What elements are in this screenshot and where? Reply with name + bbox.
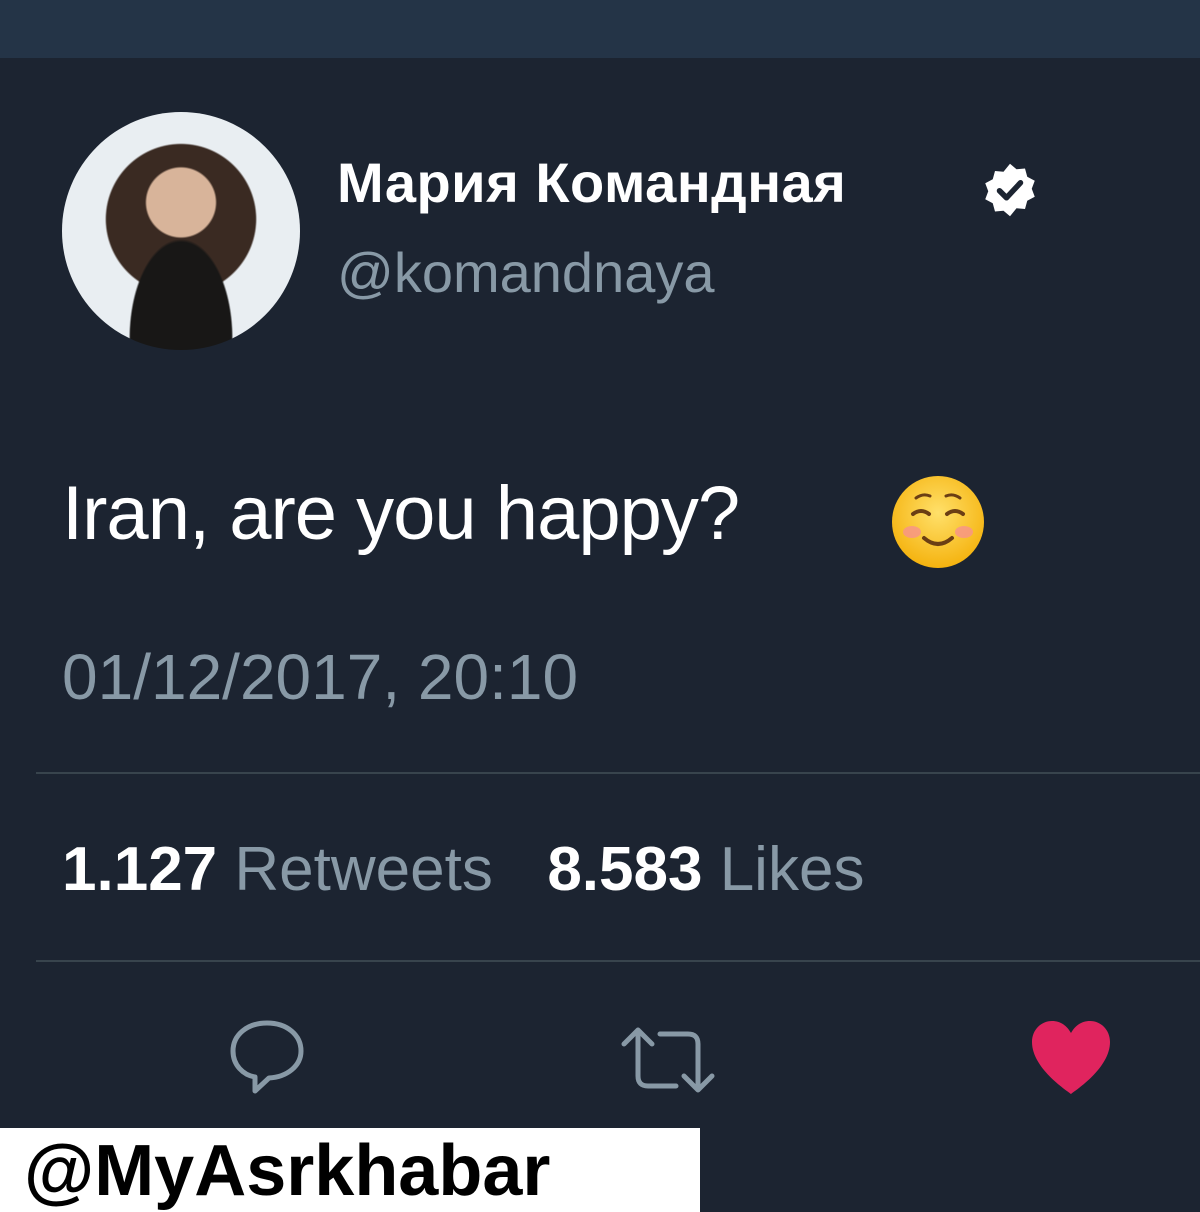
- tweet-timestamp[interactable]: 01/12/2017, 20:10: [62, 640, 578, 714]
- smiling-face-emoji: [892, 476, 984, 568]
- likes-label[interactable]: Likes: [720, 835, 865, 904]
- heart-icon[interactable]: [1028, 1018, 1114, 1096]
- top-bar: [0, 0, 1200, 58]
- watermark: @MyAsrkhabar: [0, 1128, 700, 1212]
- retweets-label[interactable]: Retweets: [234, 835, 492, 904]
- verified-badge-icon: [985, 163, 1035, 217]
- divider: [36, 772, 1200, 774]
- tweet-stats: 1.127 Retweets 8.583 Likes: [62, 834, 864, 905]
- reply-icon[interactable]: [225, 1015, 309, 1099]
- divider: [36, 960, 1200, 962]
- tweet-text: Iran, are you happy?: [62, 471, 740, 556]
- avatar[interactable]: [62, 112, 300, 350]
- watermark-text: @MyAsrkhabar: [24, 1131, 551, 1211]
- display-name: Мария Командная: [337, 151, 847, 214]
- user-handle[interactable]: @komandnaya: [337, 240, 715, 305]
- retweets-count[interactable]: 1.127: [62, 835, 217, 904]
- likes-count[interactable]: 8.583: [547, 835, 702, 904]
- retweet-icon[interactable]: [618, 1020, 718, 1100]
